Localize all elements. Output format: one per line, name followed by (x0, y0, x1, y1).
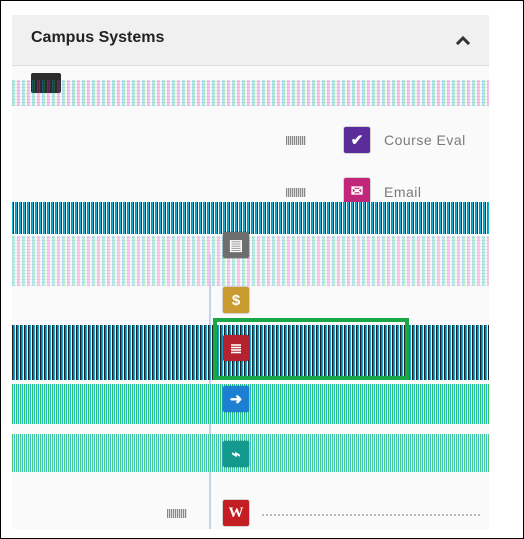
money-bag-icon[interactable]: $ (223, 287, 249, 313)
glitch-band (12, 80, 489, 106)
checkmark-icon[interactable]: ✔ (344, 127, 370, 153)
id-card-icon[interactable]: ≣ (223, 335, 249, 361)
envelope-icon[interactable]: ✉ (344, 178, 370, 204)
glitch-band (12, 434, 489, 472)
glitch-band (12, 325, 489, 380)
chart-icon[interactable]: ⌁ (223, 441, 249, 467)
glitch-band (12, 384, 489, 424)
panel-header[interactable]: Campus Systems (12, 15, 489, 66)
glitch-band (12, 202, 489, 234)
document-icon[interactable]: ▤ (223, 232, 249, 258)
systems-list: ✔ Course Eval ✉ Email ▤ $ ≣ ➜ ⌁ W (12, 66, 489, 529)
panel-title: Campus Systems (31, 29, 165, 46)
key-hint (286, 188, 306, 197)
key-hint (167, 509, 187, 518)
dotted-rule (262, 514, 482, 516)
w-logo-icon[interactable]: W (223, 500, 249, 526)
campus-systems-panel: Campus Systems ✔ Course Eval ✉ Email ▤ $… (12, 15, 489, 529)
app-label-email[interactable]: Email (384, 184, 422, 200)
app-label-course-eval[interactable]: Course Eval (384, 132, 466, 148)
chevron-up-icon[interactable] (453, 30, 473, 50)
screenshot-frame: Campus Systems ✔ Course Eval ✉ Email ▤ $… (0, 0, 524, 539)
arrow-screen-icon[interactable]: ➜ (223, 386, 249, 412)
glitch-band (12, 236, 489, 286)
key-hint (286, 136, 306, 145)
